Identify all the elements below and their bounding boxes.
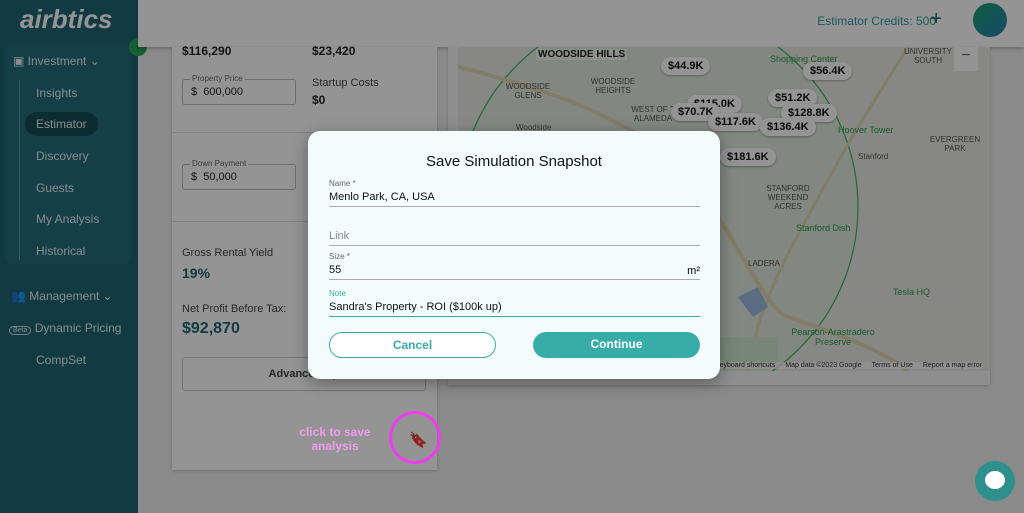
continue-button[interactable]: Continue [533, 332, 700, 358]
chat-button[interactable] [975, 461, 1015, 501]
dialog-title: Save Simulation Snapshot [426, 153, 602, 170]
highlight-circle [389, 411, 441, 464]
size-field[interactable]: Size * 55 m² [329, 252, 700, 280]
link-field[interactable]: Link [329, 227, 700, 246]
cancel-button[interactable]: Cancel [329, 332, 496, 358]
name-field[interactable]: Name * Menlo Park, CA, USA [329, 179, 700, 207]
save-snapshot-dialog: Save Simulation Snapshot Name * Menlo Par… [308, 131, 720, 379]
chat-icon [985, 471, 1005, 489]
annotation-text: click to save analysis [299, 425, 371, 453]
unit-label: m² [687, 265, 700, 277]
note-field[interactable]: Note Sandra's Property - ROI ($100k up) [329, 289, 700, 317]
